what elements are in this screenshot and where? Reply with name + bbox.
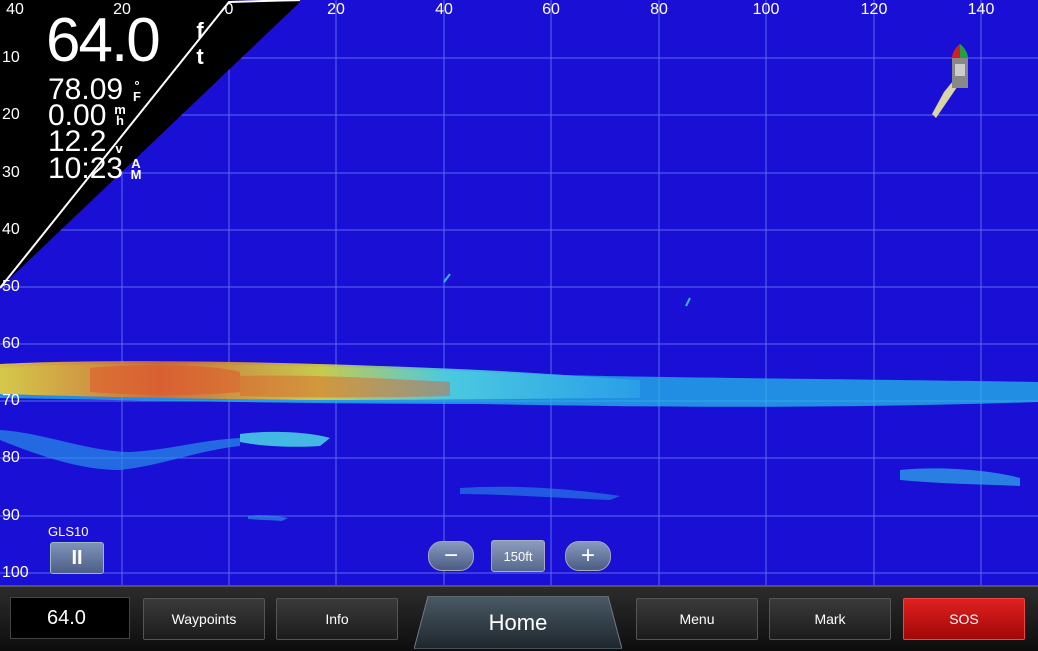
sos-button[interactable]: SOS [903, 598, 1025, 640]
depth-field[interactable]: 64.0 [10, 597, 130, 639]
y-tick-10: 10 [2, 49, 20, 66]
x-tick-100: 100 [752, 1, 780, 18]
depth-readout: 64.0 [46, 6, 161, 75]
x-tick-140: 140 [967, 1, 995, 18]
home-button[interactable]: Home [414, 596, 622, 649]
y-tick-30: 30 [2, 164, 20, 181]
mark-button[interactable]: Mark [769, 598, 891, 640]
boat-icon[interactable] [932, 44, 968, 118]
x-tick-20: 20 [327, 1, 345, 18]
depth-unit-bottom: t [196, 44, 204, 69]
depth-unit-top: f [196, 18, 204, 43]
pause-icon: II [71, 546, 83, 569]
y-tick-80: 80 [2, 449, 20, 466]
x-tick-80: 80 [650, 1, 668, 18]
waypoints-button[interactable]: Waypoints [143, 598, 265, 640]
pause-button[interactable]: II [50, 542, 104, 574]
minus-icon: − [443, 542, 458, 569]
transducer-label: GLS10 [48, 524, 89, 539]
sonar-display[interactable]: 40 20 0 20 40 60 80 100 120 140 10 20 30… [0, 0, 1038, 590]
y-tick-100: 100 [2, 564, 29, 581]
sonar-canvas [0, 0, 1038, 585]
zoom-out-button[interactable]: − [428, 541, 474, 571]
zoom-in-button[interactable]: + [565, 541, 611, 571]
sonar-return-band [0, 273, 1038, 521]
plus-icon: + [580, 542, 595, 569]
x-tick-40-left: 40 [6, 1, 24, 18]
menu-button[interactable]: Menu [636, 598, 758, 640]
speed-unit-bottom: h [116, 113, 124, 128]
y-tick-50: 50 [2, 278, 20, 295]
time-readout: 10:23 [48, 152, 124, 185]
x-tick-40: 40 [435, 1, 453, 18]
temp-unit-bottom: F [133, 89, 141, 104]
y-tick-60: 60 [2, 335, 20, 352]
y-tick-40: 40 [2, 221, 20, 238]
time-unit-bottom: M [130, 167, 142, 182]
info-button[interactable]: Info [276, 598, 398, 640]
y-tick-90: 90 [2, 507, 20, 524]
y-tick-70: 70 [2, 392, 20, 409]
y-tick-20: 20 [2, 106, 20, 123]
x-tick-120: 120 [860, 1, 888, 18]
x-tick-0: 0 [224, 1, 234, 18]
range-scale-indicator[interactable]: 150ft [491, 540, 545, 572]
home-label: Home [488, 609, 548, 635]
x-tick-60: 60 [542, 1, 560, 18]
